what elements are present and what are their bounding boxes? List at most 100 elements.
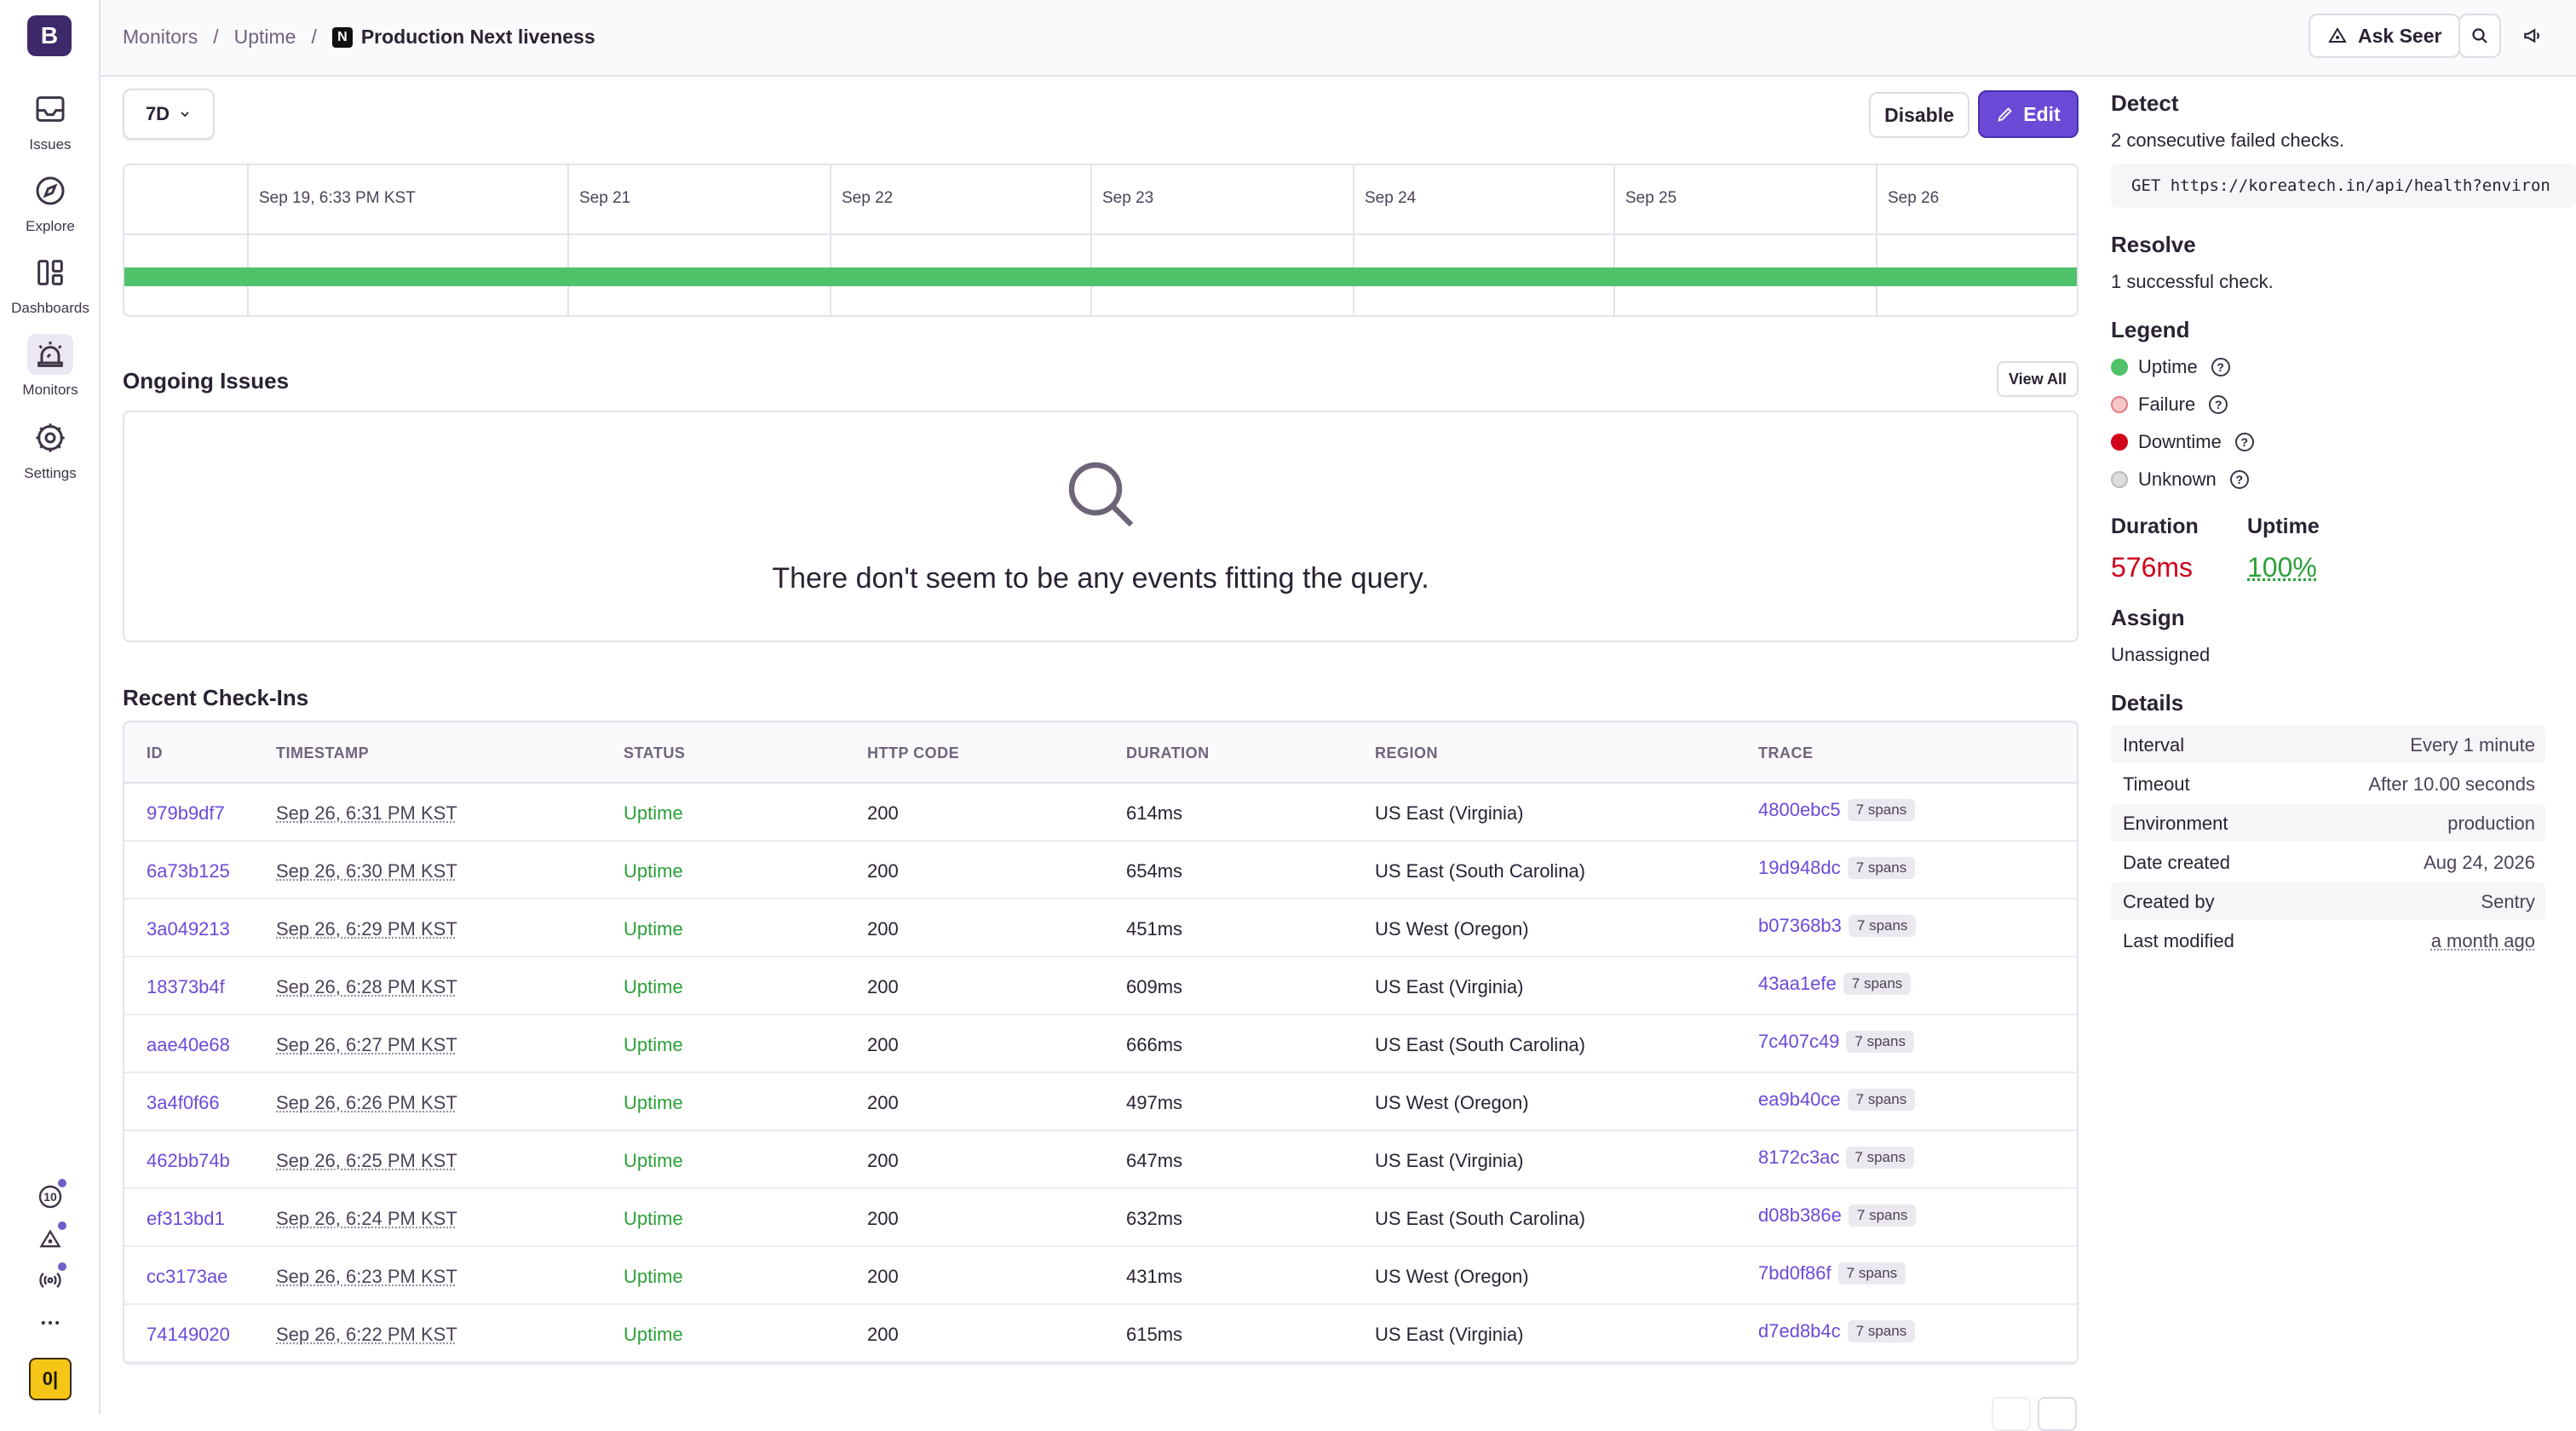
time-range-select[interactable]: 7D <box>123 89 215 140</box>
legend-item: Unknown? <box>2111 468 2249 491</box>
nav-dashboards[interactable]: Dashboards <box>0 252 101 330</box>
org-avatar[interactable]: B <box>27 15 72 56</box>
checkin-duration: 614ms <box>1126 802 1183 824</box>
details-row: Environment production <box>2111 804 2545 842</box>
checkin-duration: 431ms <box>1126 1266 1183 1287</box>
details-row: Interval Every 1 minute <box>2111 726 2545 763</box>
disable-button[interactable]: Disable <box>1869 92 1969 138</box>
legend-label: Uptime <box>2138 356 2198 377</box>
checkin-id-link[interactable]: 6a73b125 <box>147 860 230 882</box>
checkin-id-link[interactable]: 3a049213 <box>147 918 230 940</box>
help-icon[interactable]: ? <box>2209 395 2228 414</box>
timeline-divider <box>124 233 2077 235</box>
trace-link[interactable]: b07368b3 <box>1758 915 1842 936</box>
seer-icon <box>2328 27 2347 43</box>
search-button[interactable] <box>2458 14 2501 58</box>
details-row: Timeout After 10.00 seconds <box>2111 765 2545 802</box>
announcements-button[interactable] <box>2511 14 2554 58</box>
checkin-id-link[interactable]: 462bb74b <box>147 1150 230 1172</box>
breadcrumb: Monitors / Uptime / N Production Next li… <box>123 26 595 49</box>
checkin-id-link[interactable]: 3a4f0f66 <box>147 1092 220 1114</box>
checkin-duration: 654ms <box>1126 860 1183 882</box>
help-icon[interactable]: ? <box>2234 433 2254 451</box>
checkin-duration: 609ms <box>1126 976 1183 997</box>
spans-badge: 7 spans <box>1837 1262 1906 1284</box>
recent-checkins-title: Recent Check-Ins <box>123 685 309 710</box>
trace-link[interactable]: d7ed8b4c <box>1758 1320 1841 1342</box>
checkin-id-link[interactable]: 18373b4f <box>147 976 225 998</box>
checkin-duration: 632ms <box>1126 1208 1183 1229</box>
search-icon <box>2472 28 2487 43</box>
help-icon[interactable]: ? <box>2211 358 2230 376</box>
checkin-timestamp: Sep 26, 6:26 PM KST <box>276 1092 457 1113</box>
timeline-label: Sep 26 <box>1888 189 1940 207</box>
onboarding-counter-button[interactable]: 10 <box>32 1179 68 1215</box>
details-row: Created by Sentry <box>2111 882 2545 920</box>
checkin-status: Uptime <box>624 1208 683 1229</box>
trace-link[interactable]: 7c407c49 <box>1758 1031 1839 1052</box>
column-header: TRACE <box>1758 744 1814 761</box>
column-header: TIMESTAMP <box>276 744 370 761</box>
seer-bottom-button[interactable] <box>32 1221 68 1257</box>
details-key: Timeout <box>2123 773 2190 795</box>
trace-link[interactable]: 4800ebc5 <box>1758 799 1841 820</box>
request-code: GET https://koreatech.in/api/health?envi… <box>2111 164 2576 208</box>
timeline-label: Sep 21 <box>579 189 631 207</box>
checkin-duration: 497ms <box>1126 1092 1183 1113</box>
breadcrumb-separator: / <box>213 26 219 48</box>
trace-link[interactable]: 7bd0f86f <box>1758 1262 1831 1284</box>
timeline-gridline: Sep 21 <box>567 165 630 315</box>
trace-link[interactable]: 43aa1efe <box>1758 973 1837 994</box>
timeline-label: Sep 19, 6:33 PM KST <box>259 189 416 207</box>
table-row: 6a73b125 Sep 26, 6:30 PM KST Uptime 200 654m… <box>124 842 2077 899</box>
notification-dot <box>58 1221 66 1230</box>
column-header: HTTP CODE <box>867 744 960 761</box>
notification-dot <box>58 1262 66 1271</box>
breadcrumb-uptime[interactable]: Uptime <box>234 26 296 49</box>
checkins-table: ID TIMESTAMP STATUS HTTP CODE DURATION R… <box>123 721 2079 1365</box>
trace-link[interactable]: 19d948dc <box>1758 857 1841 878</box>
legend-label: Downtime <box>2138 431 2222 452</box>
trace-link[interactable]: 8172c3ac <box>1758 1147 1839 1168</box>
nav-explore[interactable]: Explore <box>0 170 101 249</box>
next-page-button[interactable] <box>2038 1397 2077 1431</box>
help-icon[interactable]: ? <box>2229 470 2249 489</box>
trace-cell: 8172c3ac 7 spans <box>1758 1147 1914 1169</box>
nav-monitors[interactable]: Monitors <box>0 334 101 412</box>
edit-button[interactable]: Edit <box>1978 90 2079 138</box>
checkin-id-link[interactable]: 979b9df7 <box>147 802 225 825</box>
checkin-status: Uptime <box>624 860 683 882</box>
legend-item: Downtime? <box>2111 431 2254 453</box>
more-button[interactable] <box>32 1305 68 1341</box>
legend-item: Failure? <box>2111 394 2228 416</box>
nav-issues[interactable]: Issues <box>0 89 101 167</box>
broadcast-button[interactable] <box>32 1262 68 1298</box>
view-all-button[interactable]: View All <box>1997 361 2079 397</box>
breadcrumb-monitors[interactable]: Monitors <box>123 26 198 49</box>
checkin-id-link[interactable]: aae40e68 <box>147 1034 230 1056</box>
trace-cell: 7c407c49 7 spans <box>1758 1031 1914 1053</box>
nav-label: Issues <box>29 136 72 152</box>
details-value: After 10.00 seconds <box>2368 773 2535 795</box>
checkin-id-link[interactable]: cc3173ae <box>147 1266 227 1288</box>
checkin-region: US East (South Carolina) <box>1375 860 1585 882</box>
user-badge[interactable]: 0| <box>29 1358 72 1400</box>
checkin-id-link[interactable]: ef313bd1 <box>147 1208 225 1230</box>
checkin-id-link[interactable]: 74149020 <box>147 1324 230 1346</box>
uptime-label: Uptime <box>2247 514 2320 538</box>
ask-seer-button[interactable]: Ask Seer <box>2309 14 2461 58</box>
trace-link[interactable]: ea9b40ce <box>1758 1089 1841 1110</box>
checkin-region: US West (Oregon) <box>1375 1092 1529 1113</box>
trace-link[interactable]: d08b386e <box>1758 1204 1842 1226</box>
assignee-select[interactable]: Unassigned <box>2111 644 2210 666</box>
time-range-value: 7D <box>145 103 170 124</box>
timeline-gridline: Sep 23 <box>1090 165 1153 315</box>
details-value: Sentry <box>2481 891 2535 912</box>
checkin-status: Uptime <box>624 918 683 940</box>
nav-settings[interactable]: Settings <box>0 417 101 496</box>
trace-cell: ea9b40ce 7 spans <box>1758 1089 1916 1111</box>
details-row: Last modified a month ago <box>2111 922 2545 959</box>
uptime-status-bar[interactable] <box>124 267 2077 286</box>
checkin-status: Uptime <box>624 1266 683 1287</box>
prev-page-button[interactable] <box>1992 1397 2031 1431</box>
